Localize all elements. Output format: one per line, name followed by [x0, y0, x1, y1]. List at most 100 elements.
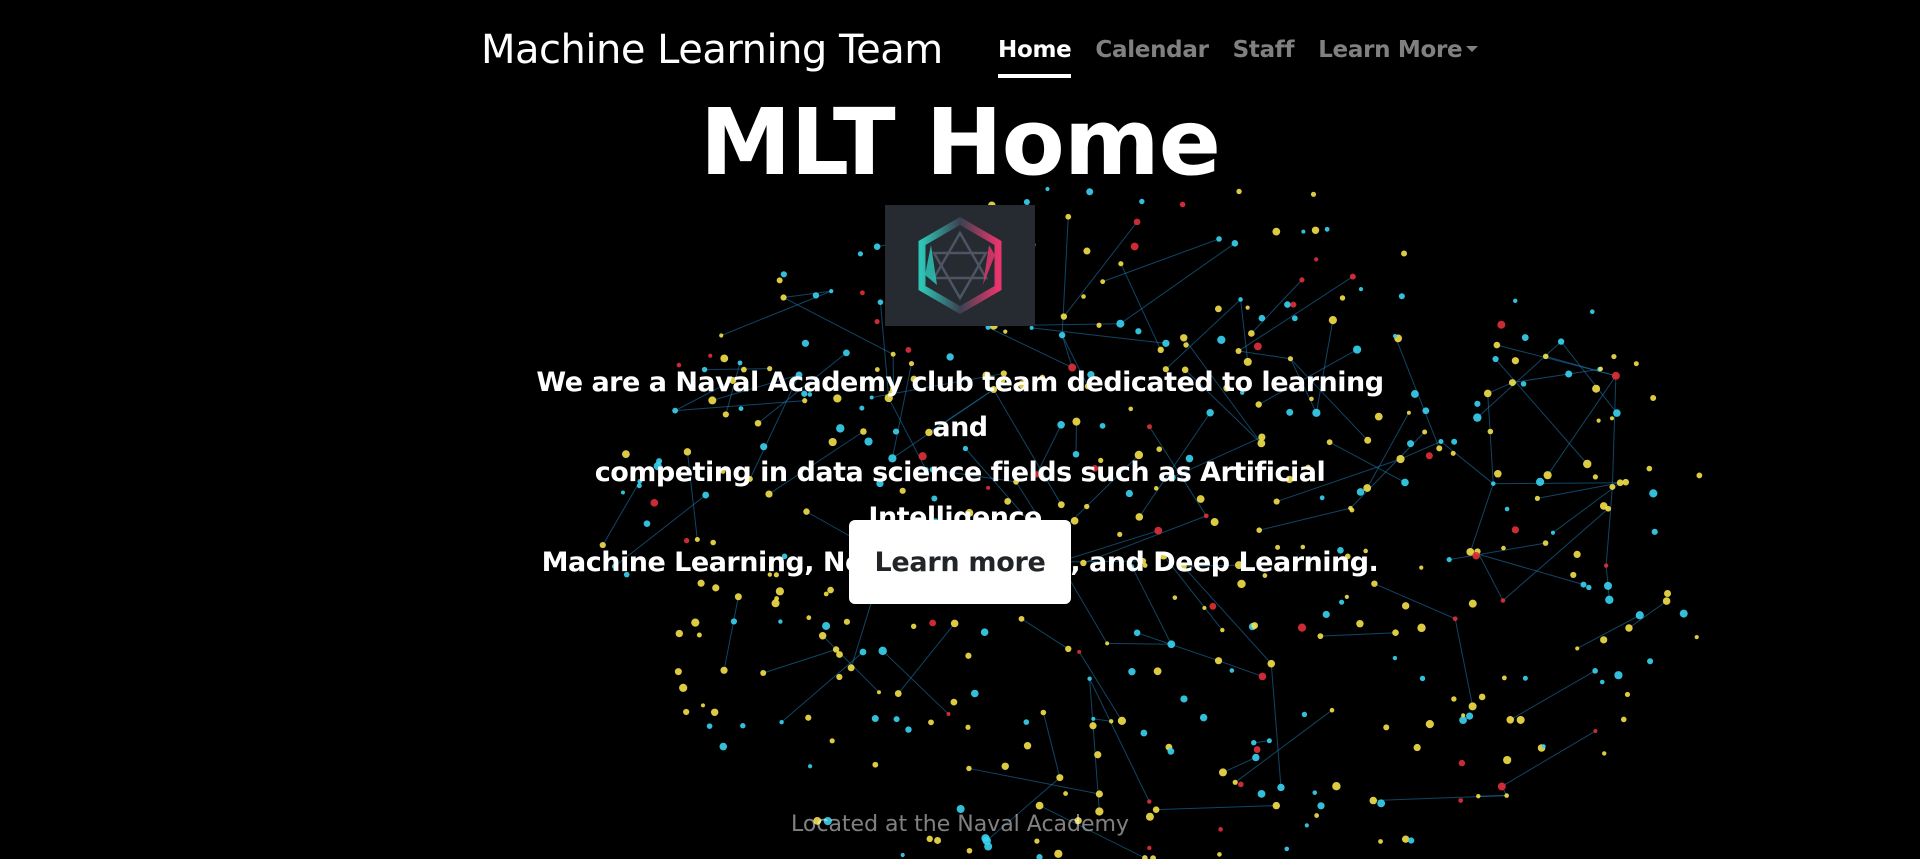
network-node	[1599, 502, 1608, 510]
network-node	[807, 764, 813, 769]
network-node	[1417, 623, 1426, 633]
network-node	[1301, 229, 1306, 234]
network-node	[1217, 335, 1226, 344]
network-node	[1065, 213, 1072, 220]
network-edge	[1374, 583, 1456, 620]
network-node	[1183, 342, 1189, 348]
network-node	[1290, 301, 1297, 308]
network-node	[928, 719, 934, 726]
network-node	[1253, 746, 1261, 753]
network-edge	[1501, 730, 1596, 787]
network-node	[691, 618, 700, 627]
network-node	[1245, 305, 1250, 310]
network-node	[1474, 400, 1481, 407]
network-node	[1468, 702, 1477, 711]
network-node	[1410, 390, 1419, 398]
network-node	[683, 708, 690, 716]
network-node	[740, 723, 746, 729]
network-node	[1153, 667, 1162, 676]
network-node	[1133, 629, 1141, 637]
network-node	[1520, 381, 1527, 387]
network-node	[1095, 790, 1103, 798]
network-node	[1534, 495, 1541, 502]
network-node	[1603, 563, 1609, 568]
network-node	[1358, 287, 1364, 292]
network-node	[1501, 675, 1507, 681]
network-node	[1550, 530, 1556, 535]
intro-line-1: We are a Naval Academy club team dedicat…	[536, 367, 1384, 443]
nav-item-home[interactable]: Home	[998, 30, 1072, 78]
network-node	[1314, 257, 1319, 262]
nav-item-staff[interactable]: Staff	[1233, 30, 1295, 76]
network-node	[1465, 712, 1474, 720]
network-node	[1398, 293, 1405, 300]
network-node	[1646, 465, 1653, 472]
network-node	[877, 299, 884, 305]
network-node	[980, 628, 989, 636]
network-node	[1328, 316, 1337, 325]
network-node	[1235, 348, 1242, 355]
network-node	[1696, 472, 1703, 479]
network-node	[1413, 743, 1421, 752]
network-node	[1503, 755, 1512, 765]
network-edge	[882, 650, 949, 715]
network-edge	[1547, 375, 1617, 476]
network-node	[1220, 627, 1225, 633]
network-node	[1349, 273, 1356, 280]
network-node	[1369, 796, 1378, 805]
nav-links: Home Calendar Staff Learn More	[998, 30, 1502, 80]
network-node	[890, 351, 896, 357]
network-node	[1329, 707, 1335, 713]
network-node	[806, 615, 812, 621]
brand-link[interactable]: Machine Learning Team	[481, 22, 943, 78]
network-node	[1094, 751, 1102, 759]
network-node	[1609, 416, 1615, 421]
network-node	[1272, 801, 1281, 810]
nav-item-calendar[interactable]: Calendar	[1095, 30, 1208, 76]
network-node	[1422, 407, 1430, 415]
network-node	[1023, 719, 1030, 725]
nav-item-learn-more-dropdown[interactable]: Learn More	[1318, 30, 1479, 76]
network-node	[1035, 801, 1044, 810]
network-edge	[1545, 355, 1617, 377]
network-node	[893, 716, 900, 723]
network-node	[1472, 551, 1480, 560]
network-node	[1018, 615, 1025, 622]
network-node	[894, 690, 902, 697]
network-node	[1322, 610, 1330, 619]
network-node	[1063, 791, 1068, 796]
network-node	[1694, 634, 1699, 640]
network-edge	[1611, 375, 1617, 487]
nav-item-learn-more-label: Learn More	[1318, 37, 1463, 63]
network-node	[1128, 667, 1136, 676]
network-edge	[781, 651, 864, 723]
network-node	[1458, 759, 1466, 767]
network-node	[1602, 751, 1607, 756]
network-node	[1408, 837, 1415, 844]
network-node	[1425, 452, 1433, 460]
network-node	[1272, 227, 1281, 236]
network-node	[775, 587, 784, 596]
learn-more-button[interactable]: Learn more	[849, 520, 1071, 604]
chevron-down-icon	[1466, 45, 1479, 52]
network-node	[1580, 581, 1587, 588]
network-node	[1483, 389, 1492, 398]
network-node	[1248, 330, 1255, 337]
network-node	[1036, 854, 1043, 859]
network-node	[1199, 713, 1208, 722]
network-node	[1501, 545, 1506, 551]
network-node	[1214, 657, 1223, 665]
network-node	[827, 586, 834, 594]
network-node	[1003, 329, 1008, 334]
network-node	[1344, 594, 1349, 599]
network-node	[1378, 839, 1383, 844]
page: Machine Learning Team Home Calendar Staf…	[0, 0, 1920, 859]
network-node	[734, 593, 742, 601]
network-node	[712, 584, 720, 592]
network-node	[1087, 676, 1092, 681]
network-node	[1034, 838, 1040, 844]
network-node	[970, 689, 979, 698]
network-node	[1500, 598, 1506, 603]
network-node	[1060, 313, 1068, 320]
network-node	[1609, 483, 1616, 490]
